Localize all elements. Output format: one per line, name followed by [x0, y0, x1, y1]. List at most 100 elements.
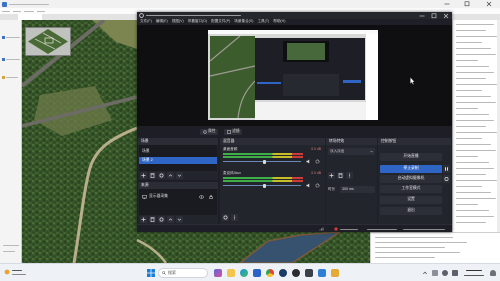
- volume-slider[interactable]: [223, 159, 301, 164]
- volume-slider-handle[interactable]: [263, 159, 266, 164]
- pause-recording-button[interactable]: [443, 165, 450, 173]
- scene-item[interactable]: 场景: [139, 148, 217, 155]
- menu-file[interactable]: 文件(F): [140, 20, 152, 24]
- stop-recording-button[interactable]: 停止录制: [380, 165, 442, 173]
- network-icon: [319, 227, 324, 231]
- duration-input[interactable]: 300 ms: [340, 186, 375, 193]
- menu-item[interactable]: [13, 10, 21, 12]
- menu-item[interactable]: [2, 10, 10, 12]
- menu-tools[interactable]: 工具(T): [257, 20, 269, 24]
- notification-bell-icon[interactable]: [490, 270, 496, 276]
- wifi-icon[interactable]: [442, 270, 448, 276]
- properties-label: 属性: [208, 128, 216, 133]
- captured-display[interactable]: [208, 30, 378, 120]
- start-virtual-camera-button[interactable]: 启动虚拟摄像机: [380, 175, 442, 183]
- tree-item[interactable]: [6, 37, 20, 39]
- filters-button[interactable]: 滤镜: [224, 128, 243, 135]
- windows-start-icon[interactable]: [147, 269, 155, 277]
- obs-window: 文件(F) 编辑(E) 视图(V) 停靠窗口(D) 配置文件(P) 场景集合(S…: [137, 12, 452, 232]
- menu-item[interactable]: [24, 10, 34, 12]
- menu-scene-collection[interactable]: 场景集合(S): [234, 20, 253, 24]
- task-view-icon[interactable]: [214, 269, 222, 277]
- start-streaming-label: 开始直播: [403, 154, 419, 159]
- source-item[interactable]: 显示器采集: [139, 193, 217, 200]
- properties-button[interactable]: 属性: [200, 128, 219, 135]
- eye-icon[interactable]: [199, 194, 204, 199]
- text-line: [456, 108, 478, 110]
- channel-name: 麦克风/Aux: [223, 171, 241, 175]
- transition-select[interactable]: 淡入淡出: [328, 148, 375, 155]
- obs-preview[interactable]: [137, 25, 452, 126]
- virtual-camera-settings-button[interactable]: [443, 175, 450, 183]
- edge-icon[interactable]: [240, 269, 248, 277]
- chrome-icon[interactable]: [266, 269, 274, 277]
- maximize-icon[interactable]: [463, 1, 471, 7]
- preview-toolbar: 属性 滤镜: [137, 127, 452, 136]
- tree-item[interactable]: [3, 251, 15, 253]
- menu-docks[interactable]: 停靠窗口(D): [188, 20, 207, 24]
- file-explorer-icon[interactable]: [227, 269, 235, 277]
- obs-logo-icon: [139, 13, 144, 18]
- menu-help[interactable]: 帮助(H): [273, 20, 285, 24]
- gear-icon[interactable]: [315, 183, 320, 188]
- minimize-icon[interactable]: [443, 1, 451, 7]
- maximize-icon[interactable]: [430, 13, 438, 19]
- volume-slider[interactable]: [223, 183, 301, 188]
- close-icon[interactable]: [485, 1, 493, 7]
- chevron-up-icon[interactable]: [422, 270, 428, 276]
- studio-mode-label: 工作室模式: [401, 186, 421, 191]
- speaker-icon[interactable]: [306, 159, 311, 164]
- volume-meter: [223, 180, 303, 182]
- add-scene-button[interactable]: [140, 172, 147, 179]
- menu-view[interactable]: 视图(V): [172, 20, 184, 24]
- log-window[interactable]: [370, 232, 500, 263]
- lock-icon[interactable]: [209, 194, 213, 199]
- source-properties-button[interactable]: [158, 216, 165, 223]
- tree-item[interactable]: [3, 245, 19, 247]
- scene-item-selected[interactable]: 场景 2: [139, 157, 217, 164]
- menu-profile[interactable]: 配置文件(P): [211, 20, 230, 24]
- transition-menu-button[interactable]: [346, 172, 353, 179]
- minimap[interactable]: [25, 27, 71, 56]
- scene-filters-button[interactable]: [158, 172, 165, 179]
- speaker-icon[interactable]: [452, 270, 458, 276]
- tree-item[interactable]: [6, 59, 20, 61]
- obs-taskbar-icon[interactable]: [292, 269, 300, 277]
- mixer-menu-button[interactable]: [231, 214, 238, 221]
- exit-button[interactable]: 退出: [380, 207, 442, 215]
- steam-icon[interactable]: [279, 269, 287, 277]
- weather-icon[interactable]: [3, 268, 11, 276]
- volume-slider-handle[interactable]: [263, 183, 266, 188]
- terminal-icon[interactable]: [305, 269, 313, 277]
- minimize-icon[interactable]: [418, 13, 426, 19]
- remove-source-button[interactable]: [149, 216, 156, 223]
- move-scene-up-button[interactable]: [167, 172, 174, 179]
- menu-edit[interactable]: 编辑(E): [156, 20, 168, 24]
- store-icon[interactable]: [253, 269, 261, 277]
- captured-log: [255, 102, 366, 120]
- settings-button[interactable]: 设置: [380, 196, 442, 204]
- tree-item[interactable]: [6, 77, 18, 79]
- mixer-settings-button[interactable]: [222, 214, 229, 221]
- start-streaming-button[interactable]: 开始直播: [380, 153, 442, 161]
- taskbar-search-box[interactable]: 搜索: [158, 268, 208, 278]
- clock-time[interactable]: [466, 270, 482, 272]
- move-source-up-button[interactable]: [167, 216, 174, 223]
- move-scene-down-button[interactable]: [176, 172, 183, 179]
- close-icon[interactable]: [442, 13, 450, 19]
- move-source-down-button[interactable]: [176, 216, 183, 223]
- speaker-icon[interactable]: [306, 183, 311, 188]
- remove-transition-button[interactable]: [337, 172, 344, 179]
- add-source-button[interactable]: [140, 216, 147, 223]
- add-transition-button[interactable]: [328, 172, 335, 179]
- editor-taskbar-icon[interactable]: [318, 269, 326, 277]
- folder-taskbar-icon[interactable]: [331, 269, 339, 277]
- start-virtual-camera-label: 启动虚拟摄像机: [397, 176, 425, 181]
- remove-scene-button[interactable]: [149, 172, 156, 179]
- gear-icon[interactable]: [315, 159, 320, 164]
- menu-item[interactable]: [37, 10, 45, 12]
- clock-date[interactable]: [464, 274, 484, 276]
- studio-mode-button[interactable]: 工作室模式: [380, 185, 442, 193]
- text-editor-panel[interactable]: [452, 20, 500, 232]
- tray-icon[interactable]: [432, 270, 438, 276]
